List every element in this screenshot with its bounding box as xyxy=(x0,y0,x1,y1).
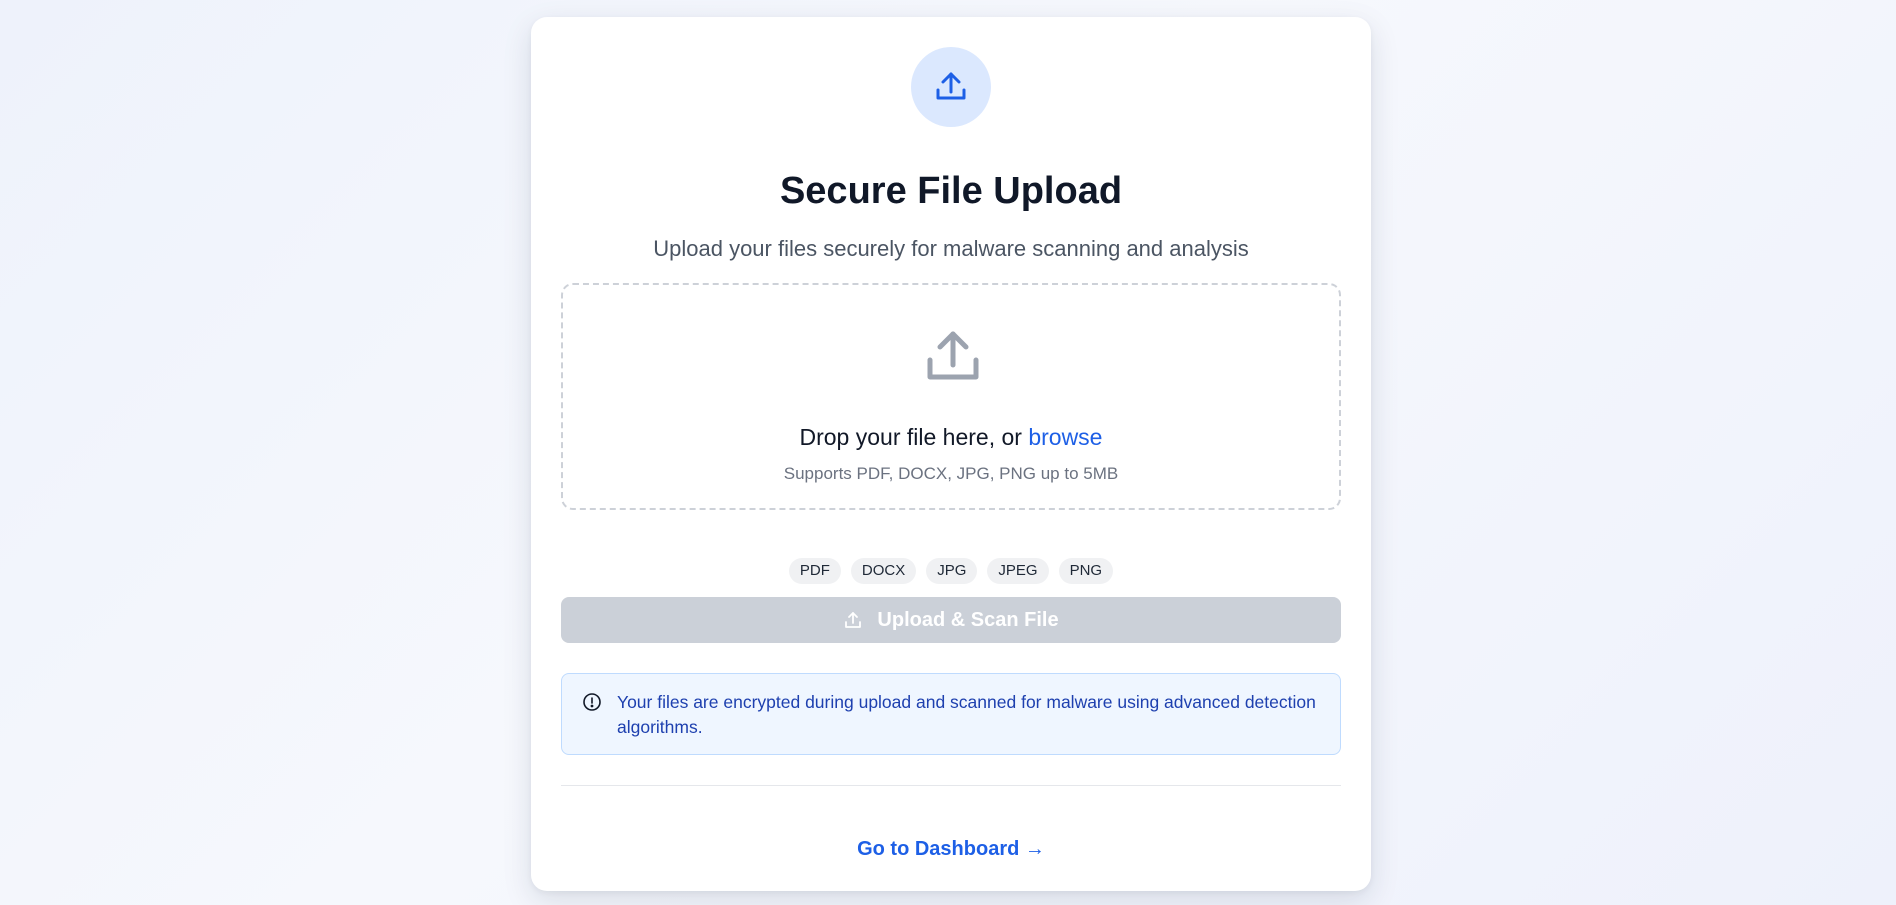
dropzone-hint: Supports PDF, DOCX, JPG, PNG up to 5MB xyxy=(783,464,1119,483)
file-type-badge: JPEG xyxy=(987,558,1049,584)
file-dropzone[interactable]: Drop your file here, or browse Supports … xyxy=(561,283,1341,510)
file-type-badge: JPG xyxy=(926,558,978,584)
dropzone-prompt: Drop your file here, or browse xyxy=(563,423,1339,453)
upload-icon xyxy=(936,72,966,100)
upload-icon xyxy=(845,612,862,628)
info-circle-icon xyxy=(583,693,601,711)
upload-scan-button[interactable]: Upload & Scan File xyxy=(561,597,1341,643)
page-subtitle: Upload your files securely for malware s… xyxy=(653,236,1249,261)
upload-card: Secure File Upload Upload your files sec… xyxy=(531,17,1371,891)
file-type-badge: DOCX xyxy=(850,558,917,584)
file-type-badge: PNG xyxy=(1058,558,1114,584)
divider xyxy=(561,785,1341,786)
security-notice: Your files are encrypted during upload a… xyxy=(561,673,1341,755)
browse-link[interactable]: browse xyxy=(1028,424,1102,450)
page-title: Secure File Upload xyxy=(779,170,1123,212)
upload-scan-button-label: Upload & Scan File xyxy=(877,608,1059,631)
file-type-badge: PDF xyxy=(788,558,841,584)
file-type-badges: PDF DOCX JPG JPEG PNG xyxy=(531,558,1371,584)
dropzone-prompt-text: Drop your file here, or xyxy=(799,424,1022,450)
header-icon-circle xyxy=(911,47,991,127)
upload-tray-icon xyxy=(927,331,979,380)
go-to-dashboard-link[interactable]: Go to Dashboard → xyxy=(531,837,1371,861)
security-notice-text: Your files are encrypted during upload a… xyxy=(617,692,1316,737)
